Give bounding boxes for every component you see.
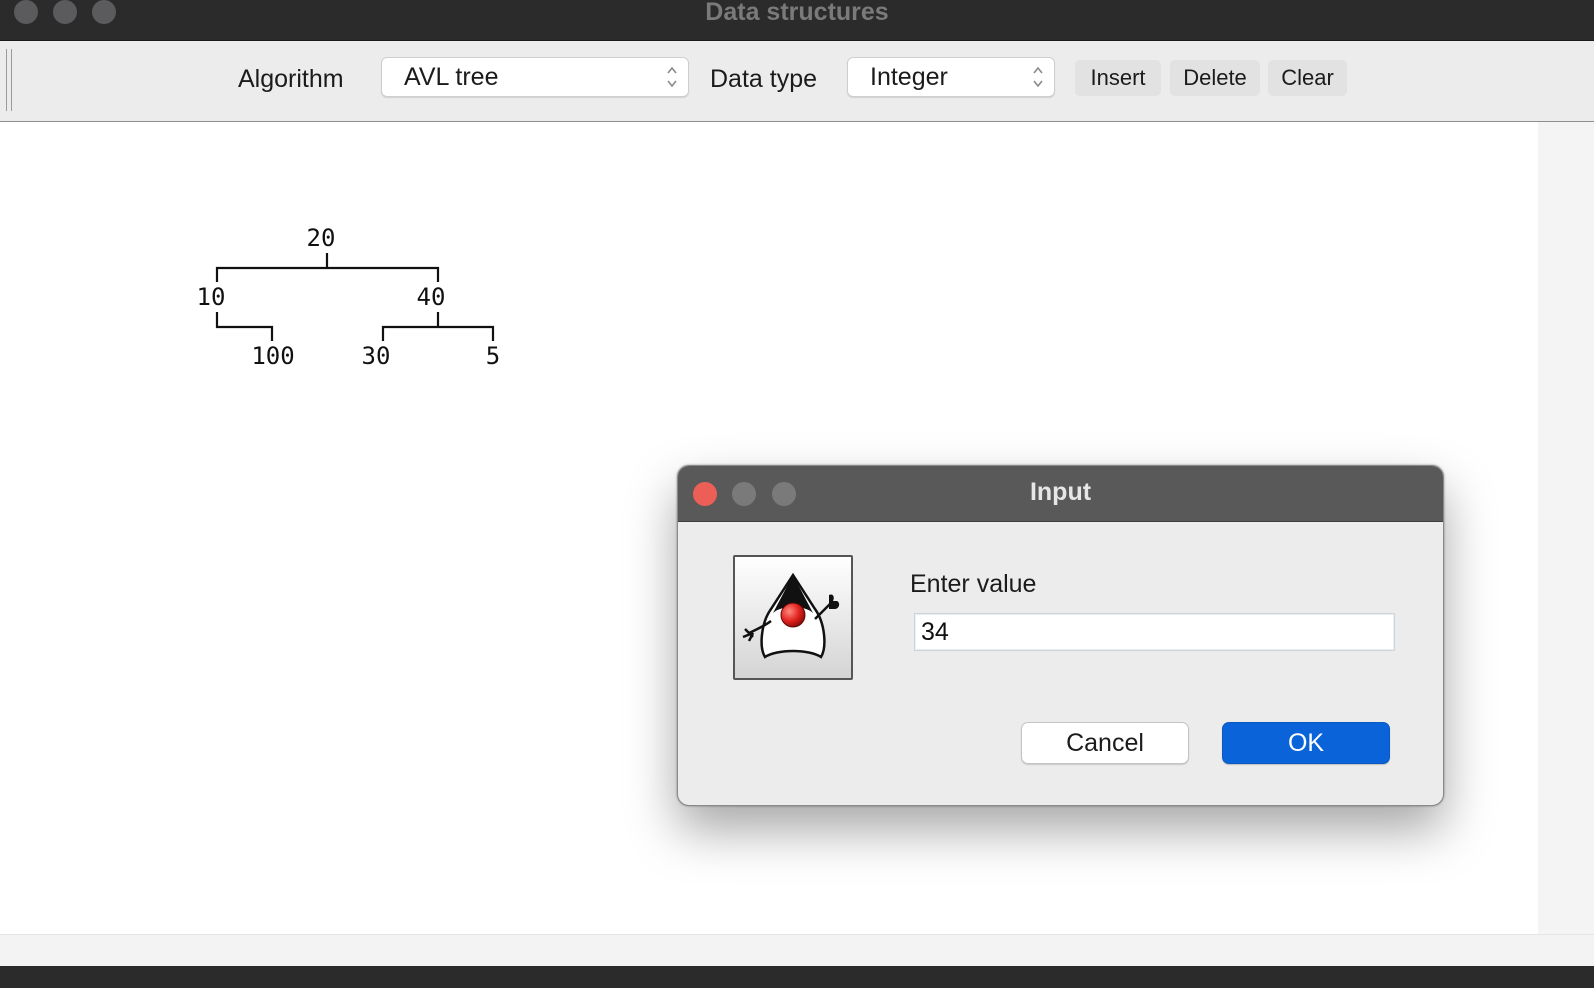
tree-node-right-right: 5 bbox=[486, 342, 500, 370]
delete-button[interactable]: Delete bbox=[1170, 60, 1260, 96]
tree-node-right-left: 30 bbox=[362, 342, 391, 370]
dialog-title: Input bbox=[1029, 478, 1092, 506]
clear-button[interactable]: Clear bbox=[1268, 60, 1347, 96]
status-strip bbox=[0, 934, 1594, 967]
tree-edges bbox=[215, 253, 495, 341]
cancel-button[interactable]: Cancel bbox=[1021, 722, 1189, 764]
value-input-text: 34 bbox=[921, 618, 949, 646]
value-input[interactable]: 34 bbox=[914, 613, 1395, 651]
select-arrows-icon bbox=[1033, 66, 1043, 88]
dialog-title-bar: Input bbox=[678, 466, 1443, 522]
insert-button[interactable]: Insert bbox=[1075, 60, 1161, 96]
select-arrows-icon bbox=[667, 66, 677, 88]
algorithm-select-value: AVL tree bbox=[404, 63, 499, 91]
window-title-bar: Data structures bbox=[0, 0, 1594, 41]
tree-node-left: 10 bbox=[197, 283, 226, 311]
data-type-select[interactable]: Integer bbox=[847, 57, 1055, 97]
algorithm-label: Algorithm bbox=[238, 65, 344, 93]
toolbar-grip-handle[interactable] bbox=[6, 49, 12, 111]
data-type-select-value: Integer bbox=[870, 63, 948, 91]
toolbar: Algorithm AVL tree Data type Integer Ins… bbox=[0, 41, 1594, 122]
tree-node-root: 20 bbox=[307, 224, 336, 252]
dialog-prompt: Enter value bbox=[910, 570, 1037, 598]
algorithm-select[interactable]: AVL tree bbox=[381, 57, 689, 97]
bottom-edge bbox=[0, 966, 1594, 988]
vertical-scroll-area bbox=[1538, 122, 1594, 934]
input-dialog: Input Enter value 34 Cancel OK bbox=[677, 465, 1444, 806]
duke-icon bbox=[733, 555, 853, 680]
ok-button[interactable]: OK bbox=[1222, 722, 1390, 764]
tree-node-right: 40 bbox=[417, 283, 446, 311]
data-type-label: Data type bbox=[710, 65, 818, 93]
window-title: Data structures bbox=[705, 0, 889, 26]
tree-node-left-right: 100 bbox=[251, 342, 294, 370]
